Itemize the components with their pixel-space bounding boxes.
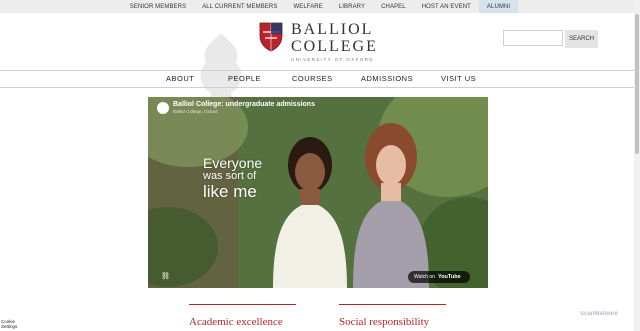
- scanmalware-watermark: ScanMalware: [580, 311, 619, 317]
- video-caption-line-1: Everyone: [203, 155, 263, 171]
- search-input[interactable]: [503, 30, 563, 46]
- video-caption-line-3: like me: [203, 182, 257, 201]
- youtube-logo: YouTube: [437, 274, 461, 280]
- logo-line-balliol: BALLIOL: [291, 21, 374, 38]
- feature-academic-excellence[interactable]: Academic excellence: [189, 304, 296, 328]
- cookie-line-2: Settings: [1, 324, 18, 329]
- nav-visit-us[interactable]: VISIT US: [441, 71, 476, 87]
- utility-link-library[interactable]: LIBRARY: [331, 0, 373, 13]
- admissions-video[interactable]: Balliol College: undergraduate admission…: [148, 97, 488, 288]
- scrollbar-thumb[interactable]: [635, 14, 639, 154]
- feature-social-responsibility[interactable]: Social responsibility: [339, 304, 446, 328]
- watch-on-label: Watch on: [414, 274, 435, 280]
- utility-link-all-current-members[interactable]: ALL CURRENT MEMBERS: [194, 0, 285, 13]
- video-caption-line-2: was sort of: [203, 170, 257, 182]
- utility-link-welfare[interactable]: WELFARE: [285, 0, 330, 13]
- utility-link-chapel[interactable]: CHAPEL: [373, 0, 414, 13]
- feature-title: Academic excellence: [189, 316, 283, 328]
- search-button[interactable]: SEARCH: [565, 30, 598, 48]
- video-thumbnail-image: [148, 97, 488, 288]
- nav-courses[interactable]: COURSES: [292, 71, 333, 87]
- nav-about[interactable]: ABOUT: [166, 71, 194, 87]
- logo-line-college: COLLEGE: [291, 38, 378, 55]
- utility-link-host-an-event[interactable]: HOST AN EVENT: [414, 0, 479, 13]
- page-scrollbar[interactable]: [634, 0, 640, 331]
- link-icon[interactable]: ⛓: [161, 272, 170, 280]
- video-title[interactable]: Balliol College: undergraduate admission…: [173, 101, 315, 108]
- logo-line-university: UNIVERSITY OF OXFORD: [291, 57, 374, 62]
- main-nav: ABOUT PEOPLE COURSES ADMISSIONS VISIT US: [0, 70, 640, 88]
- watch-on-youtube-button[interactable]: Watch on YouTube: [408, 271, 470, 283]
- utility-nav: SENIOR MEMBERS ALL CURRENT MEMBERS WELFA…: [0, 0, 640, 13]
- cookie-settings-button[interactable]: Cookie Settings: [1, 319, 17, 329]
- feature-title: Social responsibility: [339, 316, 430, 328]
- utility-link-senior-members[interactable]: SENIOR MEMBERS: [122, 0, 194, 13]
- utility-link-alumni[interactable]: ALUMNI: [478, 0, 519, 13]
- site-logo[interactable]: BALLIOL COLLEGE UNIVERSITY OF OXFORD: [291, 21, 378, 63]
- nav-admissions[interactable]: ADMISSIONS: [361, 71, 413, 87]
- video-channel[interactable]: Balliol College, Oxford: [173, 109, 218, 114]
- college-shield-icon[interactable]: [259, 22, 283, 52]
- channel-avatar[interactable]: [157, 102, 169, 114]
- nav-people[interactable]: PEOPLE: [228, 71, 261, 87]
